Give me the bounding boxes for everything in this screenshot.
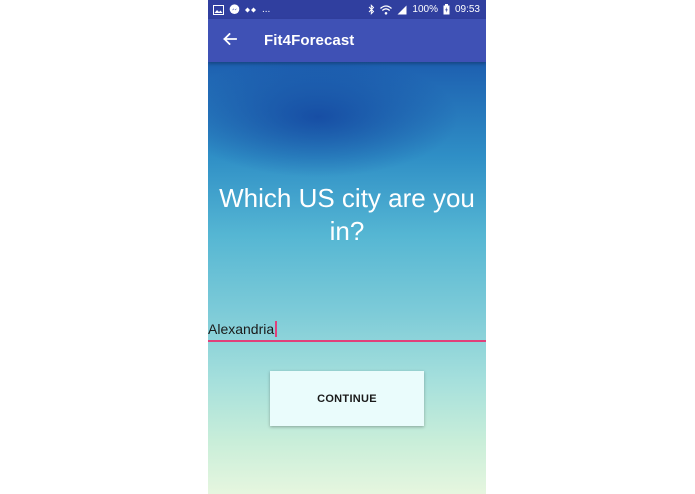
city-input-value: Alexandria [208, 321, 275, 337]
battery-percent: 100% [412, 4, 438, 15]
phone-screen: ... 100% 09:53 Fit4Forecast Which US cit… [208, 0, 486, 494]
bluetooth-icon [368, 4, 375, 16]
status-overflow: ... [262, 4, 271, 15]
text-caret [275, 321, 277, 337]
battery-icon [443, 4, 450, 16]
back-button[interactable] [208, 19, 252, 62]
continue-button[interactable]: CONTINUE [270, 371, 424, 426]
image-icon [213, 4, 224, 16]
wifi-icon [380, 4, 393, 16]
messenger-icon [229, 4, 240, 16]
status-left: ... [213, 4, 270, 16]
status-bar: ... 100% 09:53 [208, 0, 486, 19]
signal-dots-icon [245, 4, 257, 16]
main-content: Which US city are you in? Alexandria CON… [208, 62, 486, 494]
app-bar: Fit4Forecast [208, 19, 486, 62]
cell-signal-icon [397, 4, 407, 16]
city-input[interactable]: Alexandria [208, 318, 486, 342]
city-question: Which US city are you in? [219, 183, 475, 246]
arrow-left-icon [223, 32, 237, 50]
city-input-text: Alexandria [208, 321, 277, 337]
app-title: Fit4Forecast [264, 32, 355, 49]
status-right: 100% 09:53 [368, 4, 480, 16]
clock: 09:53 [454, 4, 480, 15]
